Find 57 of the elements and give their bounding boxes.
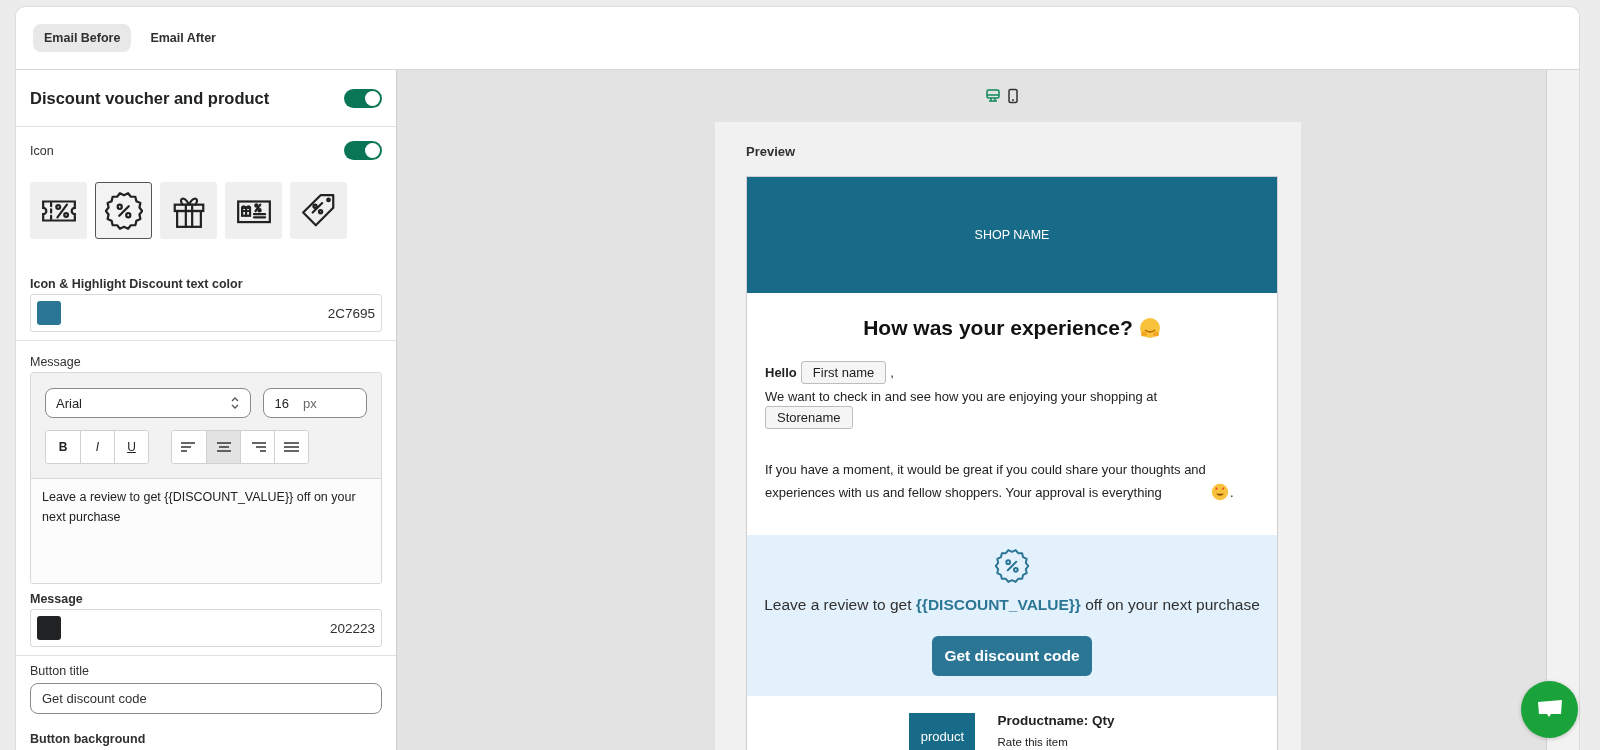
- align-justify-button[interactable]: [274, 431, 308, 463]
- preview-title: Preview: [746, 144, 797, 159]
- align-left-icon: [180, 440, 198, 454]
- emoji-icon: [1138, 317, 1161, 339]
- icon-option[interactable]: [160, 182, 217, 239]
- email-heading: How was your experience?: [863, 316, 1133, 340]
- period: .: [1230, 484, 1234, 502]
- percent-badge-icon: [995, 549, 1029, 583]
- percent-badge-icon: [104, 191, 143, 230]
- color-swatch[interactable]: [37, 301, 61, 325]
- button-title-field[interactable]: Get discount code: [30, 683, 382, 714]
- chevron-icon: [229, 396, 240, 410]
- color-value: 2C7695: [327, 305, 375, 321]
- discount-text: Leave a review to get {{DISCOUNT_VALUE}} off on your next purchase: [764, 596, 1260, 614]
- align-center-icon: [214, 440, 233, 454]
- field-label: Message: [30, 355, 82, 369]
- section-title: Discount voucher and product: [30, 88, 270, 108]
- intro-text: We want to check in and see how you are enjoying your shopping at: [765, 389, 1159, 404]
- desktop-icon: [985, 88, 1001, 104]
- discount-code-button[interactable]: Get discount code: [932, 636, 1092, 676]
- field-label: Icon: [30, 143, 54, 158]
- font-size-field[interactable]: 16 px: [262, 388, 367, 418]
- unit-label: px: [303, 395, 317, 411]
- placeholder-tag: First name: [800, 361, 887, 384]
- icon-option[interactable]: [225, 182, 282, 239]
- shop-name: SHOP NAME: [974, 228, 1050, 242]
- size-value: 16: [274, 395, 290, 411]
- tab[interactable]: Email Before: [33, 24, 132, 52]
- comma: ,: [890, 365, 894, 380]
- toggle-switch[interactable]: [344, 88, 382, 108]
- message-text: Leave a review to get {{DISCOUNT_VALUE}} off on your next purchase: [42, 489, 357, 526]
- tab[interactable]: Email After: [139, 24, 227, 52]
- greeting: Hello: [765, 365, 797, 380]
- icon-option[interactable]: [30, 182, 87, 239]
- field-label: Message: [30, 592, 84, 606]
- field-label: Button background: [30, 732, 147, 746]
- icon-option[interactable]: [290, 182, 347, 239]
- color-value: 202223: [329, 620, 375, 636]
- color-swatch[interactable]: [37, 616, 61, 640]
- rating-label: Rate this item: [997, 736, 1069, 748]
- field-label: Button title: [30, 664, 91, 678]
- photo-text: product: [920, 729, 965, 745]
- underline-button[interactable]: U: [114, 431, 148, 463]
- mobile-view-button[interactable]: [1005, 88, 1021, 104]
- icon-option[interactable]: [95, 182, 152, 239]
- field-label: Icon & Highlight Discount text color: [30, 277, 244, 291]
- color-field[interactable]: 2C7695: [30, 294, 382, 332]
- color-field[interactable]: 202223: [30, 609, 382, 647]
- mobile-icon: [1005, 88, 1021, 104]
- toggle-switch[interactable]: [344, 141, 382, 160]
- align-justify-icon: [282, 440, 301, 454]
- emoji-icon: [1211, 483, 1229, 501]
- font-select[interactable]: Arial: [45, 388, 251, 418]
- body-text: If you have a moment, it would be great if you could share your thoughts and experiences with us and fellow shoppers. Your approval is everything: [765, 461, 1207, 502]
- placeholder-tag: Storename: [765, 406, 853, 429]
- align-center-button[interactable]: [206, 431, 240, 463]
- product-name: Productname: Qty: [997, 713, 1115, 728]
